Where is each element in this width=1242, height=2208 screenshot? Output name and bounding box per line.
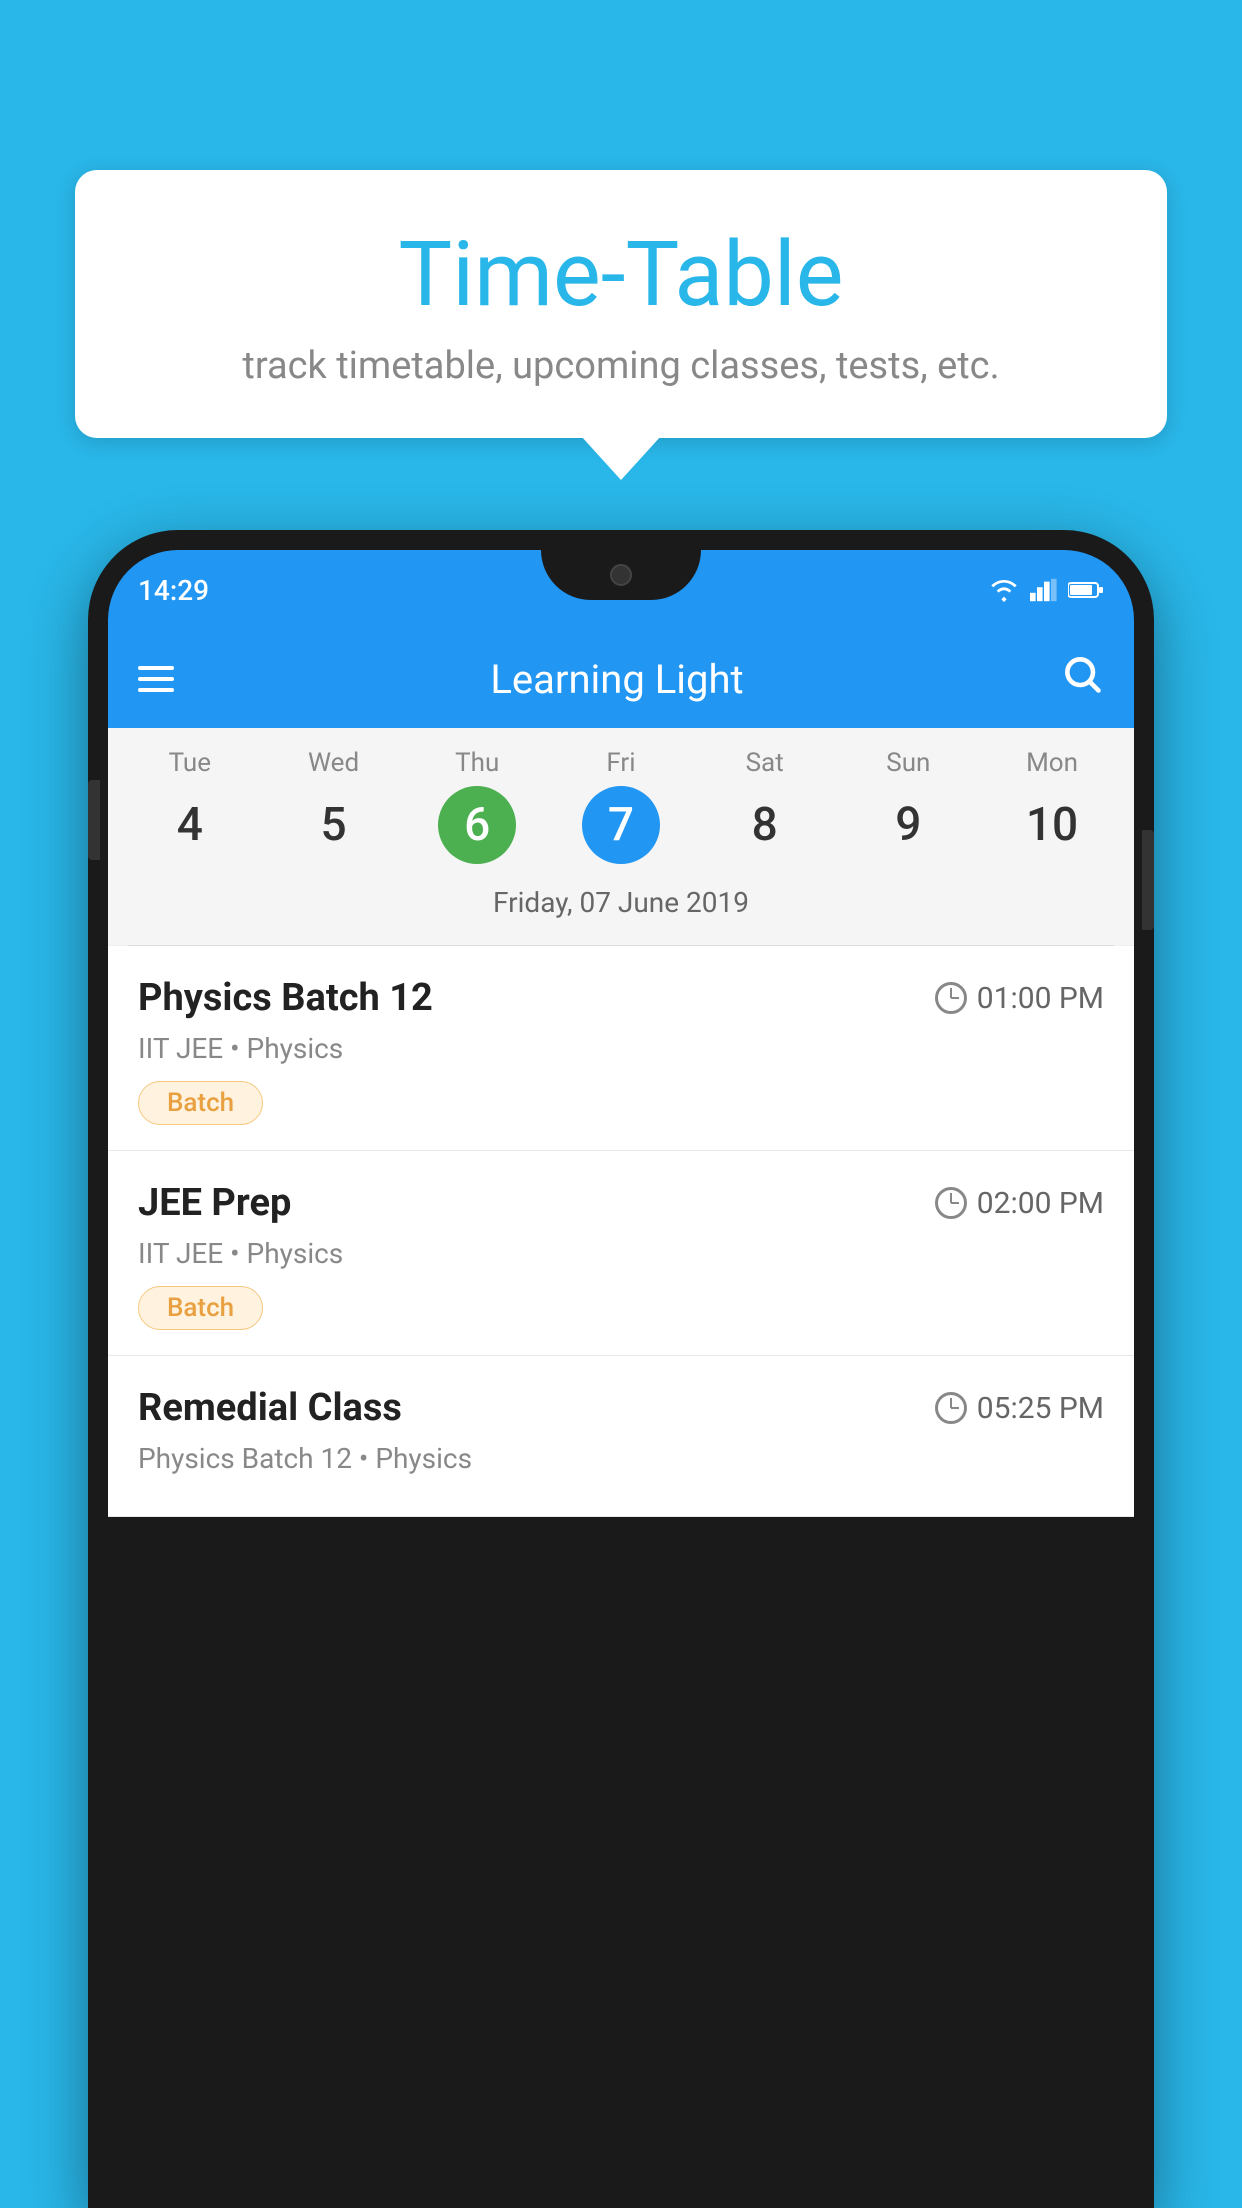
phone-notch — [541, 550, 701, 600]
calendar-strip: Tue 4 Wed 5 Thu 6 Fri 7 Sat 8 Sun 9 Mon 10 Friday, 07… — [108, 728, 1134, 945]
search-button[interactable] — [1060, 652, 1104, 706]
batch-badge: Batch — [138, 1081, 263, 1125]
status-icons — [988, 578, 1104, 602]
day-number: 9 — [869, 786, 947, 864]
calendar-day-sat[interactable]: Sat 8 — [700, 748, 830, 864]
hamburger-menu-button[interactable] — [138, 666, 174, 692]
tooltip-card: Time-Table track timetable, upcoming cla… — [75, 170, 1167, 438]
schedule-item-1[interactable]: JEE Prep 02:00 PM IIT JEE • Physics Batch — [108, 1151, 1134, 1356]
schedule-subtitle: Physics Batch 12 • Physics — [138, 1442, 1104, 1475]
signal-icon — [1030, 578, 1058, 602]
day-label: Mon — [1026, 748, 1078, 778]
status-time: 14:29 — [138, 574, 209, 607]
wifi-icon — [988, 578, 1020, 602]
day-label: Sun — [886, 748, 930, 778]
schedule-item-header: Remedial Class 05:25 PM — [138, 1386, 1104, 1430]
calendar-day-thu[interactable]: Thu 6 — [412, 748, 542, 864]
schedule-time: 01:00 PM — [935, 981, 1104, 1016]
time-text: 05:25 PM — [977, 1391, 1104, 1426]
day-label: Wed — [308, 748, 359, 778]
day-number: 4 — [151, 786, 229, 864]
day-number: 6 — [438, 786, 516, 864]
schedule-title: Remedial Class — [138, 1386, 402, 1430]
phone-screen: Tue 4 Wed 5 Thu 6 Fri 7 Sat 8 Sun 9 Mon 10 Friday, 07… — [108, 728, 1134, 1517]
day-label: Tue — [169, 748, 211, 778]
day-number: 10 — [1013, 786, 1091, 864]
schedule-item-0[interactable]: Physics Batch 12 01:00 PM IIT JEE • Physic… — [108, 946, 1134, 1151]
schedule-subtitle: IIT JEE • Physics — [138, 1237, 1104, 1270]
days-row: Tue 4 Wed 5 Thu 6 Fri 7 Sat 8 Sun 9 Mon 10 — [118, 748, 1124, 864]
schedule-time: 02:00 PM — [935, 1186, 1104, 1221]
time-text: 01:00 PM — [977, 981, 1104, 1016]
schedule-title: Physics Batch 12 — [138, 976, 433, 1020]
schedule-item-header: Physics Batch 12 01:00 PM — [138, 976, 1104, 1020]
clock-icon — [935, 1187, 967, 1219]
schedule-item-2[interactable]: Remedial Class 05:25 PM Physics Batch 12 •… — [108, 1356, 1134, 1517]
clock-icon — [935, 1392, 967, 1424]
day-number: 5 — [295, 786, 373, 864]
app-bar: Learning Light — [108, 630, 1134, 728]
schedule-list: Physics Batch 12 01:00 PM IIT JEE • Physic… — [108, 946, 1134, 1517]
day-number: 7 — [582, 786, 660, 864]
calendar-day-tue[interactable]: Tue 4 — [125, 748, 255, 864]
calendar-day-fri[interactable]: Fri 7 — [556, 748, 686, 864]
batch-badge: Batch — [138, 1286, 263, 1330]
calendar-day-sun[interactable]: Sun 9 — [843, 748, 973, 864]
schedule-subtitle: IIT JEE • Physics — [138, 1032, 1104, 1065]
status-bar: 14:29 — [108, 550, 1134, 630]
app-title: Learning Light — [490, 656, 743, 703]
calendar-day-wed[interactable]: Wed 5 — [269, 748, 399, 864]
day-number: 8 — [726, 786, 804, 864]
day-label: Fri — [606, 748, 635, 778]
battery-icon — [1068, 578, 1104, 602]
day-label: Thu — [455, 748, 499, 778]
time-text: 02:00 PM — [977, 1186, 1104, 1221]
calendar-day-mon[interactable]: Mon 10 — [987, 748, 1117, 864]
tooltip-title: Time-Table — [135, 225, 1107, 324]
volume-button-left — [88, 780, 100, 860]
schedule-title: JEE Prep — [138, 1181, 291, 1225]
schedule-item-header: JEE Prep 02:00 PM — [138, 1181, 1104, 1225]
power-button-right — [1142, 830, 1154, 930]
camera — [610, 564, 632, 586]
clock-icon — [935, 982, 967, 1014]
selected-date-label: Friday, 07 June 2019 — [118, 874, 1124, 935]
day-label: Sat — [746, 748, 784, 778]
schedule-time: 05:25 PM — [935, 1391, 1104, 1426]
tooltip-subtitle: track timetable, upcoming classes, tests… — [135, 344, 1107, 388]
phone-mockup: 14:29 — [88, 530, 1154, 2208]
